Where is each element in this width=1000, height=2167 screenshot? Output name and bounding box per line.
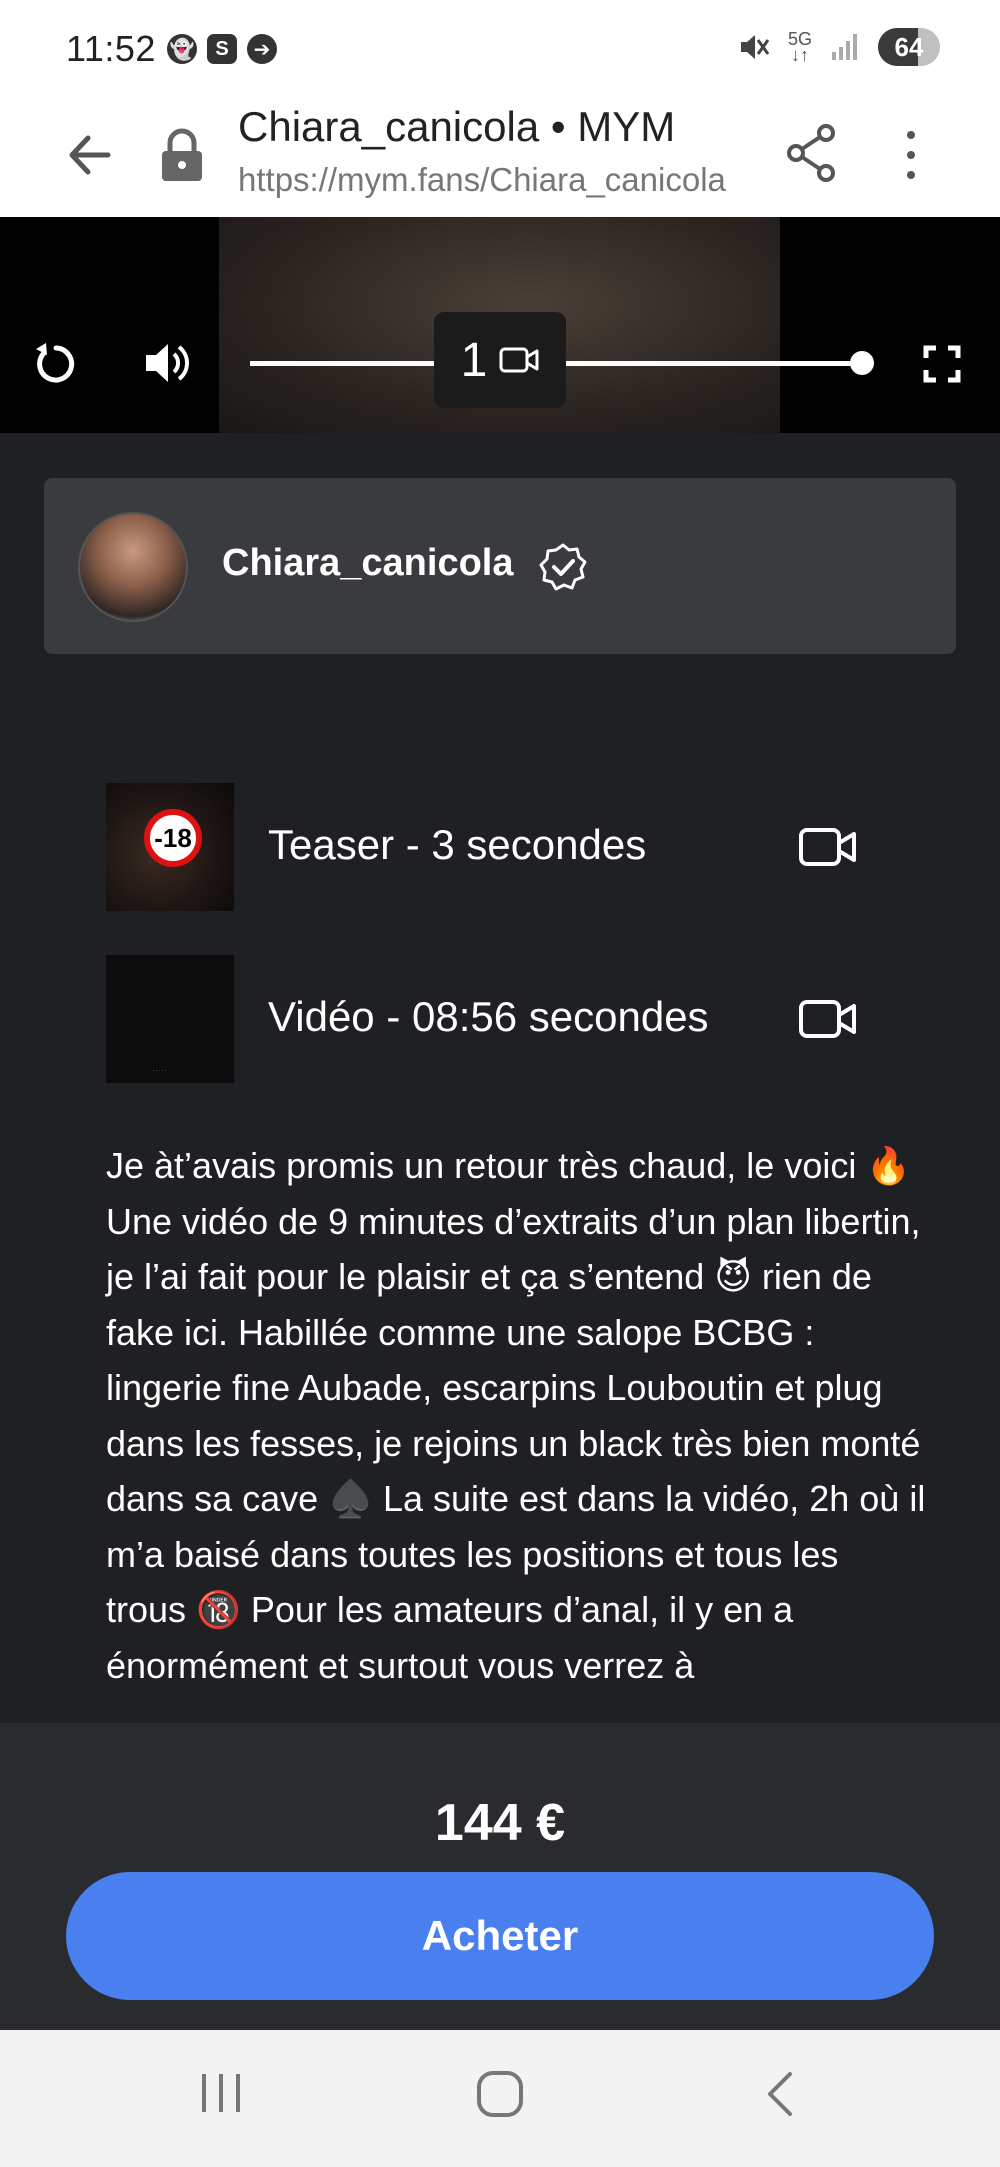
adult-badge: -18 <box>144 809 202 867</box>
message-icon: ➔ <box>247 34 277 64</box>
post-content: -18 Teaser - 3 secondes ····· Vidéo - 08… <box>20 700 980 1720</box>
snapchat-icon: 👻 <box>167 34 197 64</box>
media-item-video[interactable]: ····· Vidéo - 08:56 secondes <box>106 955 926 1083</box>
media-item-label: Vidéo - 08:56 secondes <box>268 993 709 1040</box>
post-description: Je àt’avais promis un retour très chaud,… <box>106 1145 926 1686</box>
signal-icon <box>832 34 857 60</box>
url-text[interactable]: https://mym.fans/Chiara_canicola <box>238 161 746 199</box>
mute-icon <box>740 35 770 59</box>
page-title: Chiara_canicola • MYM <box>238 103 676 150</box>
notification-icons: 👻 S ➔ <box>167 34 277 64</box>
media-count: 1 <box>460 333 488 387</box>
avatar[interactable] <box>78 512 188 622</box>
video-camera-icon <box>799 828 856 866</box>
video-camera-icon <box>499 347 539 373</box>
creator-card[interactable]: Chiara_canicola <box>44 478 956 654</box>
status-bar: 11:52 👻 S ➔ 5G ↓↑ 64 <box>0 0 1000 95</box>
battery-indicator: 64 <box>878 28 940 66</box>
system-nav-bar <box>0 2030 1000 2167</box>
thumbnail-watermark: ····· <box>152 1065 167 1075</box>
back-arrow-icon[interactable] <box>60 125 120 185</box>
volume-icon[interactable] <box>142 337 194 389</box>
price: 144 € <box>434 1794 566 1852</box>
lock-icon[interactable] <box>158 127 206 183</box>
browser-toolbar: Chiara_canicola • MYM https://mym.fans/C… <box>0 95 1000 217</box>
battery-level: 64 <box>894 31 924 62</box>
network-type: 5G ↓↑ <box>787 29 812 65</box>
video-player[interactable]: 1 <box>0 217 1000 433</box>
home-icon[interactable] <box>476 2070 524 2118</box>
media-item-label: Teaser - 3 secondes <box>268 821 647 868</box>
purchase-panel: 144 € Acheter <box>0 1723 1000 2030</box>
status-time: 11:52 <box>66 28 156 69</box>
video-camera-icon <box>799 1000 856 1038</box>
replay-icon[interactable] <box>30 339 80 389</box>
recents-icon[interactable] <box>198 2070 244 2116</box>
verified-icon <box>539 543 587 591</box>
share-icon[interactable] <box>786 123 838 183</box>
media-count-badge: 1 <box>434 312 566 408</box>
back-icon[interactable] <box>760 2070 800 2118</box>
video-thumbnail-locked[interactable]: ····· <box>106 955 234 1083</box>
fullscreen-icon[interactable] <box>922 344 962 384</box>
creator-name[interactable]: Chiara_canicola <box>222 542 513 585</box>
buy-button[interactable]: Acheter <box>66 1872 934 2000</box>
progress-knob[interactable] <box>850 351 874 375</box>
more-vert-icon[interactable] <box>896 125 926 185</box>
media-item-teaser[interactable]: -18 Teaser - 3 secondes <box>106 783 926 911</box>
s-app-icon: S <box>207 34 237 64</box>
teaser-thumbnail[interactable]: -18 <box>106 783 234 911</box>
status-right: 5G ↓↑ 64 <box>736 28 940 66</box>
